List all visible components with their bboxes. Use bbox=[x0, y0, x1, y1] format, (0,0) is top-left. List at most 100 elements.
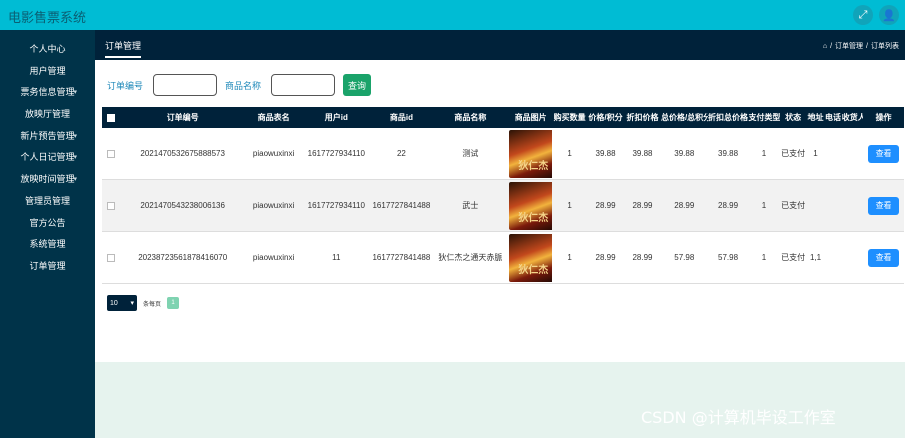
cell-total: 57.98 bbox=[674, 253, 695, 262]
sidebar-item-label: 放映时间管理 bbox=[20, 174, 75, 185]
checkbox-box bbox=[106, 149, 115, 158]
cell-discount-total: 28.99 bbox=[718, 201, 739, 210]
table-row: 20238723561878416070 piaowuxinxi 11 1617727… bbox=[102, 232, 904, 284]
product-image-cell: 狄仁杰 bbox=[509, 233, 553, 282]
sidebar-item[interactable]: 放映厅管理 bbox=[0, 104, 95, 126]
home-icon[interactable]: ⌂ bbox=[823, 43, 827, 50]
cell-discount-price: 28.99 bbox=[632, 253, 653, 262]
cell-order-no: 2021470543238006136 bbox=[140, 201, 225, 210]
sidebar-item[interactable]: 官方公告 bbox=[0, 213, 95, 235]
cell-product-name: 狄仁杰之通天赤脈 bbox=[438, 253, 503, 262]
column-header[interactable]: 支付类型 bbox=[748, 112, 779, 123]
view-button[interactable]: 查看 bbox=[868, 248, 900, 267]
product-name-label: 商品名称 bbox=[225, 80, 262, 91]
column-header[interactable]: 订单编号 bbox=[120, 112, 246, 123]
column-header[interactable]: 总价格/总积分 bbox=[661, 112, 708, 123]
cell-qty: 1 bbox=[567, 149, 572, 158]
action-cell: 查看 bbox=[863, 248, 904, 267]
app-title: 电影售票系统 bbox=[8, 10, 87, 25]
top-icons: ⤢ 👤 bbox=[853, 5, 899, 25]
column-header[interactable]: 价格/积分 bbox=[587, 112, 624, 123]
sidebar-item[interactable]: 新片预告管理 ▾ bbox=[0, 126, 95, 148]
column-header[interactable]: 商品图片 bbox=[509, 112, 552, 123]
column-header[interactable]: 用户id bbox=[301, 112, 371, 123]
sidebar-item[interactable]: 订单管理 bbox=[0, 256, 95, 278]
cell-address: 1,1 bbox=[809, 253, 822, 262]
cell-pay-type: 1 bbox=[761, 201, 767, 210]
order-no-label: 订单编号 bbox=[107, 80, 144, 91]
row-checkbox[interactable] bbox=[102, 201, 120, 210]
sidebar-item[interactable]: 个人日记管理 ▾ bbox=[0, 147, 95, 169]
sidebar-item[interactable]: 系统管理 bbox=[0, 234, 95, 256]
column-header[interactable]: 购买数量 bbox=[552, 112, 587, 123]
chevron-down-icon: ▾ bbox=[130, 300, 134, 307]
sidebar-item-label: 系统管理 bbox=[29, 239, 66, 250]
fullscreen-icon[interactable]: ⤢ bbox=[853, 5, 873, 25]
column-header[interactable]: 折扣总价格 bbox=[708, 112, 749, 123]
column-header[interactable]: 状态 bbox=[780, 112, 807, 123]
column-header[interactable]: 商品名称 bbox=[432, 112, 510, 123]
view-button[interactable]: 查看 bbox=[868, 144, 900, 163]
sidebar-item[interactable]: 放映时间管理 ▾ bbox=[0, 169, 95, 191]
cell-product-name: 武士 bbox=[462, 201, 479, 210]
chevron-down-icon: ▾ bbox=[73, 89, 77, 97]
tab-order-management[interactable]: 订单管理 bbox=[105, 39, 142, 58]
search-button[interactable]: 查询 bbox=[343, 74, 372, 96]
row-checkbox[interactable] bbox=[102, 253, 120, 262]
poster-logo: 狄仁杰 bbox=[518, 212, 549, 224]
product-image-cell: 狄仁杰 bbox=[509, 129, 553, 178]
product-image-cell: 狄仁杰 bbox=[509, 181, 553, 230]
table-header: 订单编号 商品表名 用户id 商品id 商品名称 商品图片 购买数量 价格/积分 折扣价格 总价格… bbox=[102, 107, 904, 128]
top-bar: 电影售票系统 ⤢ 👤 bbox=[0, 0, 905, 30]
cell-product-name: 测试 bbox=[462, 149, 479, 158]
cell-status: 已支付 bbox=[781, 149, 806, 158]
cell-pay-type: 1 bbox=[761, 253, 767, 262]
breadcrumb-item-order-management[interactable]: 订单管理 bbox=[835, 41, 863, 51]
cell-total: 28.99 bbox=[674, 201, 695, 210]
orders-table: 订单编号 商品表名 用户id 商品id 商品名称 商品图片 购买数量 价格/积分 折扣价格 总价格… bbox=[102, 107, 904, 284]
cell-table-name: piaowuxinxi bbox=[252, 149, 295, 158]
sidebar-item[interactable]: 个人中心 bbox=[0, 39, 95, 61]
sidebar-item[interactable]: 票务信息管理 ▾ bbox=[0, 82, 95, 104]
page-header: 订单管理 ⌂ / 订单管理 / 订单列表 bbox=[95, 30, 905, 60]
column-header[interactable]: 折扣价格 bbox=[624, 112, 661, 123]
cell-status: 已支付 bbox=[781, 201, 806, 210]
watermark: CSDN @计算机毕设工作室 bbox=[641, 408, 836, 427]
sidebar-item[interactable]: 管理员管理 bbox=[0, 191, 95, 213]
column-header[interactable]: 收货人 bbox=[842, 112, 863, 123]
page-number-button[interactable]: 1 bbox=[167, 297, 180, 309]
cell-discount-total: 57.98 bbox=[718, 253, 739, 262]
sidebar-item-label: 官方公告 bbox=[29, 217, 66, 228]
column-header[interactable]: 商品id bbox=[371, 112, 431, 123]
column-header[interactable]: 电话 bbox=[824, 112, 842, 123]
view-button[interactable]: 查看 bbox=[868, 196, 900, 215]
product-name-input[interactable] bbox=[271, 74, 336, 96]
user-icon[interactable]: 👤 bbox=[879, 5, 899, 25]
breadcrumb: ⌂ / 订单管理 / 订单列表 bbox=[823, 41, 899, 51]
cell-total: 39.88 bbox=[674, 149, 695, 158]
column-header[interactable]: 地址 bbox=[807, 112, 825, 123]
cell-order-no: 2021470532675888573 bbox=[140, 149, 225, 158]
movie-poster: 狄仁杰 bbox=[509, 129, 553, 178]
cell-price: 39.88 bbox=[595, 149, 616, 158]
action-cell: 查看 bbox=[863, 144, 904, 163]
select-all-checkbox[interactable] bbox=[102, 113, 120, 122]
cell-discount-total: 39.88 bbox=[718, 149, 739, 158]
cell-status: 已支付 bbox=[781, 253, 806, 262]
cell-order-no: 20238723561878416070 bbox=[138, 253, 228, 262]
breadcrumb-separator: / bbox=[830, 42, 833, 50]
page-size-select[interactable]: 10 ▾ bbox=[107, 295, 137, 311]
action-cell: 查看 bbox=[863, 196, 904, 215]
sidebar-item-label: 个人日记管理 bbox=[20, 152, 75, 163]
pagination: 10 ▾ 条每页 1 bbox=[107, 295, 180, 311]
row-checkbox[interactable] bbox=[102, 149, 120, 158]
sidebar-item[interactable]: 用户管理 bbox=[0, 61, 95, 83]
order-no-input[interactable] bbox=[153, 74, 218, 96]
cell-address: 1 bbox=[813, 149, 818, 158]
column-header[interactable]: 商品表名 bbox=[246, 112, 301, 123]
column-header[interactable]: 操作 bbox=[863, 112, 904, 123]
sidebar-menu: 个人中心 用户管理 票务信息管理 ▾ 放映厅管理 新片预告管理 ▾ 个人日记管理 ▾ 放映时间管理… bbox=[0, 30, 95, 278]
cell-table-name: piaowuxinxi bbox=[252, 201, 295, 210]
cell-discount-price: 39.88 bbox=[632, 149, 653, 158]
chevron-down-icon: ▾ bbox=[73, 176, 77, 184]
